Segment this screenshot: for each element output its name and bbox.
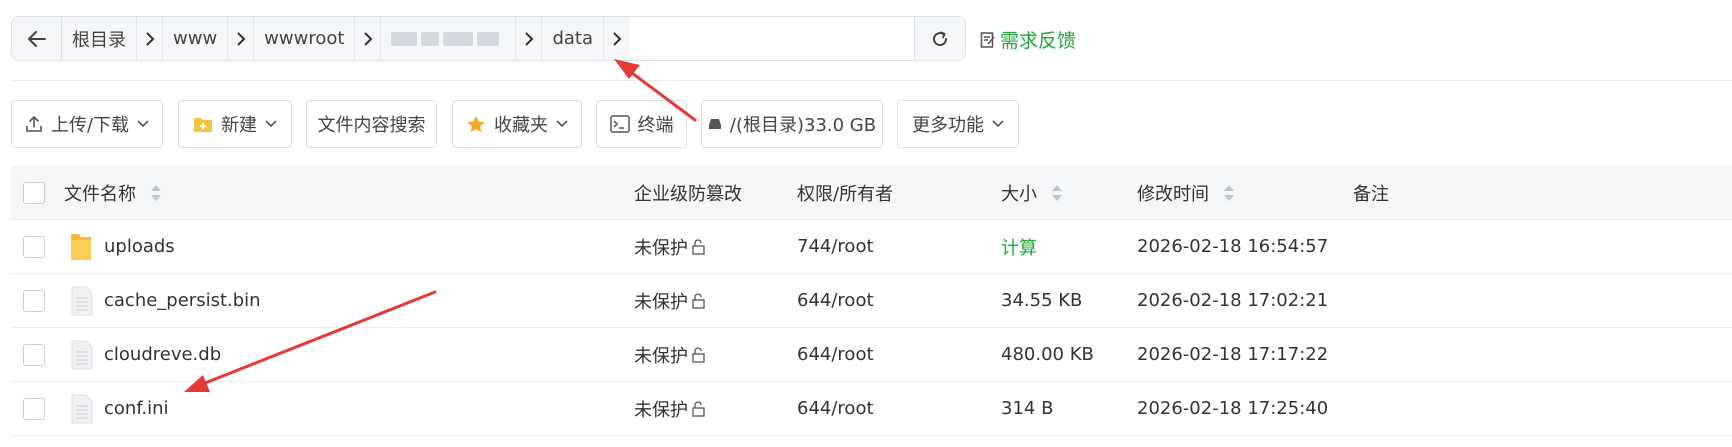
protect-label: 未保护 [634,291,688,313]
file-icon [71,382,93,435]
file-size: 480.00 KB [1001,344,1094,365]
protect-status[interactable]: 未保护 [634,382,706,435]
upload-download-label: 上传/下载 [50,115,130,136]
select-all-checkbox[interactable] [23,181,45,204]
feedback-label: 需求反馈 [1000,30,1077,52]
file-perm[interactable]: 744/root [797,220,874,273]
file-name[interactable]: conf.ini [104,382,168,435]
chevron-right-icon[interactable] [355,17,382,60]
table-row[interactable]: uploads 未保护 744/root 计算 2026-02-18 16:54… [11,220,1732,274]
feedback-link[interactable]: 需求反馈 [980,26,1076,53]
chevron-right-icon[interactable] [228,17,255,60]
file-perm[interactable]: 644/root [797,328,874,381]
row-checkbox[interactable] [23,397,45,420]
terminal-icon [609,115,630,133]
file-manager: 根目录 www wwwroot data 需求反馈 上传/下载 新建 文件内容搜… [0,0,1732,447]
terminal-button[interactable]: 终端 [596,100,687,148]
col-name-header[interactable]: 文件名称 [64,166,162,219]
col-size-header[interactable]: 大小 [1001,166,1063,219]
edit-note-icon [980,31,995,48]
file-mtime: 2026-02-18 17:25:40 [1137,398,1329,419]
table-row[interactable]: cache_persist.bin 未保护 644/root 34.55 KB … [11,274,1732,328]
col-note-header: 备注 [1353,183,1389,205]
new-button[interactable]: 新建 [178,100,292,148]
protect-status[interactable]: 未保护 [634,274,706,327]
crumb-wwwroot[interactable]: wwwroot [254,17,356,60]
file-name[interactable]: cloudreve.db [104,328,221,381]
unlock-icon [692,238,705,255]
table-header: 文件名称 企业级防篡改 权限/所有者 大小 修改时间 备注 [11,166,1732,220]
disk-label: /(根目录)33.0 GB [729,115,877,136]
path-input[interactable] [629,17,915,60]
file-table: 文件名称 企业级防篡改 权限/所有者 大小 修改时间 备注 uploads 未保… [11,166,1732,436]
arrow-left-icon [27,30,46,47]
sort-icon[interactable] [150,184,162,202]
crumb-root[interactable]: 根目录 [62,17,137,60]
favorites-label: 收藏夹 [494,115,548,136]
crumb-data[interactable]: data [542,17,604,60]
disk-icon [708,119,721,129]
file-size: 314 B [1001,398,1054,419]
crumb-redacted[interactable] [381,17,517,60]
chevron-right-icon[interactable] [604,17,630,60]
more-functions-label: 更多功能 [912,115,984,136]
divider [11,80,1732,81]
chevron-down-icon [556,120,568,128]
chevron-down-icon [265,120,277,128]
file-mtime: 2026-02-18 17:17:22 [1137,344,1329,365]
file-perm[interactable]: 644/root [797,274,874,327]
more-functions-button[interactable]: 更多功能 [897,100,1019,148]
star-icon [467,115,485,132]
terminal-label: 终端 [637,115,674,136]
protect-label: 未保护 [634,345,688,367]
col-mtime-header[interactable]: 修改时间 [1137,166,1235,219]
chevron-right-icon[interactable] [516,17,543,60]
protect-label: 未保护 [634,399,688,421]
col-perm-header: 权限/所有者 [797,183,894,205]
table-row[interactable]: cloudreve.db 未保护 644/root 480.00 KB 2026… [11,328,1732,382]
file-mtime: 2026-02-18 17:02:21 [1137,290,1329,311]
file-mtime: 2026-02-18 16:54:57 [1137,236,1329,257]
file-icon [71,274,93,327]
row-checkbox[interactable] [23,289,45,312]
chevron-down-icon [992,120,1004,128]
unlock-icon [692,346,705,363]
unlock-icon [692,292,705,309]
refresh-button[interactable] [915,17,965,60]
disk-button[interactable]: /(根目录)33.0 GB [701,100,883,148]
content-search-button[interactable]: 文件内容搜索 [306,100,437,148]
file-perm[interactable]: 644/root [797,382,874,435]
row-checkbox[interactable] [23,235,45,258]
new-folder-icon [194,118,212,132]
new-label: 新建 [221,115,257,136]
back-button[interactable] [12,17,62,60]
calc-size-link[interactable]: 计算 [1001,220,1037,273]
chevron-down-icon [137,120,149,128]
table-row[interactable]: conf.ini 未保护 644/root 314 B 2026-02-18 1… [11,382,1732,436]
col-size-label: 大小 [1001,183,1037,205]
file-icon [71,328,93,381]
sort-icon[interactable] [1223,184,1235,202]
refresh-icon [933,31,948,46]
path-bar: 根目录 www wwwroot data [11,16,966,61]
sort-icon[interactable] [1051,184,1063,202]
protect-label: 未保护 [634,237,688,259]
favorites-button[interactable]: 收藏夹 [452,100,582,148]
col-protect-header: 企业级防篡改 [634,183,742,205]
protect-status[interactable]: 未保护 [634,220,706,273]
folder-icon [69,220,93,273]
col-name-label: 文件名称 [64,183,136,205]
upload-icon [26,116,42,132]
crumb-www[interactable]: www [163,17,229,60]
protect-status[interactable]: 未保护 [634,328,706,381]
row-checkbox[interactable] [23,343,45,366]
file-name[interactable]: uploads [104,220,175,273]
content-search-label: 文件内容搜索 [317,115,426,136]
file-name[interactable]: cache_persist.bin [104,274,261,327]
chevron-right-icon[interactable] [137,17,163,60]
col-mtime-label: 修改时间 [1137,183,1209,205]
upload-download-button[interactable]: 上传/下载 [11,100,163,148]
unlock-icon [692,400,705,417]
file-size: 34.55 KB [1001,290,1083,311]
